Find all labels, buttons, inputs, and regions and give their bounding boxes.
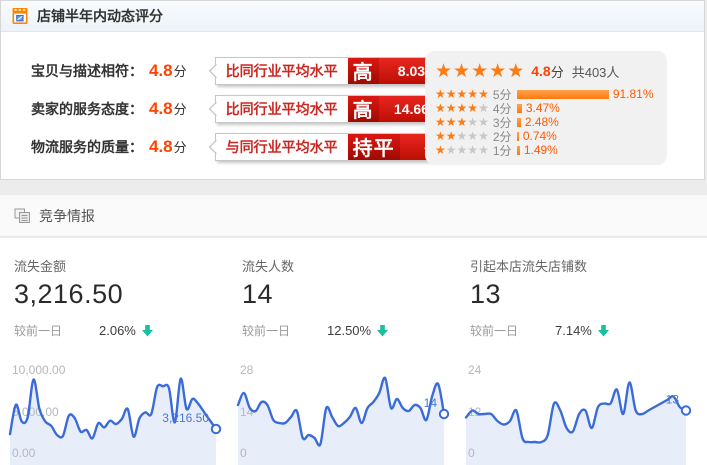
svg-text:24: 24 <box>468 363 482 377</box>
stars-1-icon: ★★★★★ <box>435 143 489 157</box>
overall-score: 4.8 <box>531 63 550 79</box>
lost-amount-trend-chart[interactable]: 10,000.005,000.000.003,216.50 <box>8 352 230 465</box>
delta-label: 较前一日 <box>242 322 327 339</box>
metric-value: 14 <box>242 279 457 310</box>
stars-4-icon: ★★★★★ <box>435 101 489 115</box>
rating-row-describe: 宝贝与描述相符： 4.8 分 比同行业平均水平 高 8.03% <box>1 57 458 84</box>
delta-value: 7.14% <box>555 323 592 338</box>
breakdown-bar <box>517 90 609 99</box>
breakdown-row-1: ★★★★★ 1分 1.49% <box>435 143 657 157</box>
rating-score: 4.8 <box>149 99 173 119</box>
industry-compare-bubble: 比同行业平均水平 高 14.66% <box>215 95 458 123</box>
metric-card-lost-shops: 引起本店流失店铺数 13 较前一日 7.14% <box>470 256 685 339</box>
breakdown-bar <box>517 118 521 127</box>
rating-score-unit: 分 <box>174 99 187 118</box>
down-arrow-icon <box>142 325 153 337</box>
rating-score: 4.8 <box>149 61 173 81</box>
rating-row-label: 卖家的服务态度： <box>1 99 143 119</box>
breakdown-percent: 2.48% <box>525 115 559 129</box>
industry-compare-bubble: 比同行业平均水平 高 8.03% <box>215 57 458 85</box>
rating-row-label: 宝贝与描述相符： <box>1 61 143 81</box>
rating-score: 4.8 <box>149 137 173 157</box>
metric-delta: 较前一日 12.50% <box>242 322 457 339</box>
delta-value: 12.50% <box>327 323 371 338</box>
lost-shops-trend-chart[interactable]: 2412013 <box>464 352 700 465</box>
svg-text:13: 13 <box>666 393 680 407</box>
breakdown-row-2: ★★★★★ 2分 0.74% <box>435 129 657 143</box>
compare-verdict: 高 <box>348 58 379 84</box>
rating-row-logistics: 物流服务的质量： 4.8 分 与同行业平均水平 持平 —— <box>1 133 479 160</box>
stars-3-icon: ★★★★★ <box>435 115 489 129</box>
compare-verdict: 高 <box>348 96 379 122</box>
svg-text:0: 0 <box>468 446 475 460</box>
metric-card-lost-amount: 流失金额 3,216.50 较前一日 2.06% <box>14 256 229 339</box>
competition-body: 流失金额 3,216.50 较前一日 2.06% 流失人数 14 较前一日 12… <box>0 238 707 465</box>
breakdown-row-3: ★★★★★ 3分 2.48% <box>435 115 657 129</box>
metric-delta: 较前一日 7.14% <box>470 322 685 339</box>
breakdown-percent: 0.74% <box>523 129 557 143</box>
overall-stars-icon: ★★★★★★ <box>435 60 525 83</box>
breakdown-bar <box>517 104 522 113</box>
dashboard: 店铺半年内动态评分 宝贝与描述相符： 4.8 分 比同行业平均水平 高 8.03… <box>0 0 707 465</box>
lost-people-trend-chart[interactable]: 28 14 0 14 <box>236 352 458 465</box>
delta-label: 较前一日 <box>470 322 555 339</box>
rating-panel: 店铺半年内动态评分 宝贝与描述相符： 4.8 分 比同行业平均水平 高 8.03… <box>0 0 705 180</box>
down-arrow-icon <box>377 325 388 337</box>
svg-text:28: 28 <box>240 363 254 377</box>
metric-value: 3,216.50 <box>14 279 229 310</box>
rating-panel-title: 店铺半年内动态评分 <box>37 6 163 26</box>
shop-icon <box>11 7 29 25</box>
breakdown-row-5: ★★★★★ 5分 91.81% <box>435 87 657 101</box>
metric-label: 流失人数 <box>242 256 457 275</box>
breakdown-bar <box>517 132 519 141</box>
svg-text:0.00: 0.00 <box>12 446 36 460</box>
compare-text: 与同行业平均水平 <box>216 134 348 160</box>
svg-text:3,216.50: 3,216.50 <box>162 411 209 425</box>
metric-delta: 较前一日 2.06% <box>14 322 229 339</box>
breakdown-label: 1分 <box>493 142 517 159</box>
svg-text:0: 0 <box>240 446 247 460</box>
breakdown-percent: 3.47% <box>526 101 560 115</box>
competition-title: 竞争情报 <box>39 206 95 226</box>
metric-card-lost-people: 流失人数 14 较前一日 12.50% <box>242 256 457 339</box>
svg-text:14: 14 <box>424 396 438 410</box>
compare-text: 比同行业平均水平 <box>216 58 348 84</box>
svg-text:10,000.00: 10,000.00 <box>12 363 66 377</box>
breakdown-row-4: ★★★★★ 4分 3.47% <box>435 101 657 115</box>
breakdown-percent: 91.81% <box>613 87 654 101</box>
stars-2-icon: ★★★★★ <box>435 129 489 143</box>
compare-text: 比同行业平均水平 <box>216 96 348 122</box>
stars-5-icon: ★★★★★ <box>435 87 489 101</box>
breakdown-bar <box>517 146 520 155</box>
metric-value: 13 <box>470 279 685 310</box>
rating-count: 共403人 <box>572 62 620 81</box>
overall-score-unit: 分 <box>551 62 564 81</box>
rating-row-label: 物流服务的质量： <box>1 137 143 157</box>
compare-verdict: 持平 <box>348 134 400 160</box>
competition-header: 竞争情报 <box>0 195 707 237</box>
summary-overall: ★★★★★★ 4.8 分 共403人 <box>435 59 657 83</box>
metric-label: 引起本店流失店铺数 <box>470 256 685 275</box>
down-arrow-icon <box>598 325 609 337</box>
rating-score-unit: 分 <box>174 137 187 156</box>
delta-value: 2.06% <box>99 323 136 338</box>
metric-label: 流失金额 <box>14 256 229 275</box>
rating-row-service: 卖家的服务态度： 4.8 分 比同行业平均水平 高 14.66% <box>1 95 458 122</box>
rating-summary-box: ★★★★★★ 4.8 分 共403人 ★★★★★ 5分 91.81% ★★★★★… <box>425 51 667 165</box>
rating-score-unit: 分 <box>174 61 187 80</box>
delta-label: 较前一日 <box>14 322 99 339</box>
svg-text:14: 14 <box>240 405 254 419</box>
breakdown-percent: 1.49% <box>524 143 558 157</box>
documents-icon <box>14 208 31 224</box>
rating-panel-header: 店铺半年内动态评分 <box>1 1 704 32</box>
